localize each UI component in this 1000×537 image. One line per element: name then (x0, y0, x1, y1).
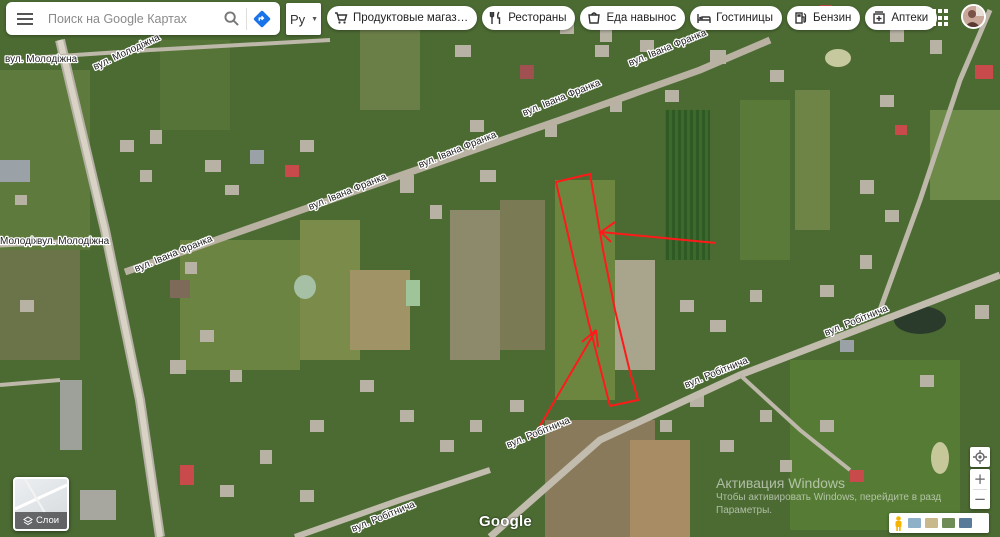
chip-takeout[interactable]: Еда навынос (580, 6, 686, 30)
takeout-icon (587, 11, 601, 25)
language-select[interactable]: Ру ▼ (286, 3, 321, 35)
avatar[interactable] (961, 4, 986, 29)
layers-label: Слои (35, 515, 60, 526)
chip-pharmacies[interactable]: Аптеки (865, 6, 938, 30)
hotel-icon (697, 11, 711, 25)
location-target-icon (973, 450, 987, 464)
layers-label-row: Слои (15, 512, 67, 529)
street-label: вул. Молодіжна (37, 236, 110, 247)
directions-icon (253, 10, 271, 27)
chip-label: Аптеки (891, 12, 929, 24)
imagery-thumbnail-3[interactable] (942, 518, 955, 528)
search-icon (223, 11, 239, 26)
chip-hotels[interactable]: Гостиницы (690, 6, 782, 30)
windows-watermark-line: Параметры. (716, 505, 773, 516)
chip-label: Рестораны (508, 12, 567, 24)
chip-groceries[interactable]: Продуктовые магаз… (327, 6, 478, 30)
category-chips: Продуктовые магаз… Рестораны Еда навынос… (327, 6, 938, 32)
profile-photo-icon (963, 6, 984, 27)
windows-watermark-title: Активация Windows (716, 475, 846, 491)
zoom-in-button[interactable]: + (970, 469, 990, 489)
hamburger-menu-icon (17, 12, 33, 25)
search-box (6, 2, 280, 35)
menu-button[interactable] (6, 2, 44, 35)
street-view-bar (889, 513, 989, 533)
chevron-down-icon: ▼ (311, 15, 318, 23)
zoom-out-button[interactable]: − (970, 489, 990, 509)
cart-icon (334, 11, 348, 25)
chip-label: Бензин (813, 12, 852, 24)
search-button[interactable] (216, 2, 246, 35)
satellite-map[interactable]: вул. Молодіжна вул. Молодіжна Молодіжна … (0, 0, 1000, 537)
layers-button[interactable]: Слои (13, 477, 69, 531)
google-apps-icon[interactable] (932, 9, 950, 27)
language-selected: Ру (290, 11, 306, 27)
windows-watermark-line: Чтобы активировать Windows, перейдите в … (716, 492, 942, 503)
chip-label: Еда навынос (606, 12, 677, 24)
gas-station-icon (794, 11, 808, 25)
map-thumbnail-icon (15, 479, 67, 514)
imagery-thumbnail-2[interactable] (925, 518, 938, 528)
search-input[interactable] (44, 3, 216, 34)
my-location-button[interactable] (970, 447, 990, 467)
zoom-controls: + − (970, 469, 990, 509)
directions-button[interactable] (247, 2, 277, 35)
street-label: вул. Молодіжна (5, 54, 78, 65)
chip-gas[interactable]: Бензин (787, 6, 861, 30)
pharmacy-icon (872, 11, 886, 25)
restaurant-icon (489, 11, 503, 25)
chip-label: Гостиницы (716, 12, 773, 24)
layers-icon (22, 515, 33, 525)
imagery-thumbnail-4[interactable] (959, 518, 972, 528)
chip-label: Продуктовые магаз… (353, 12, 469, 24)
chip-restaurants[interactable]: Рестораны (482, 6, 576, 30)
imagery-thumbnail-1[interactable] (908, 518, 921, 528)
google-logo: Google (479, 513, 532, 530)
pegman-icon[interactable] (893, 515, 904, 531)
